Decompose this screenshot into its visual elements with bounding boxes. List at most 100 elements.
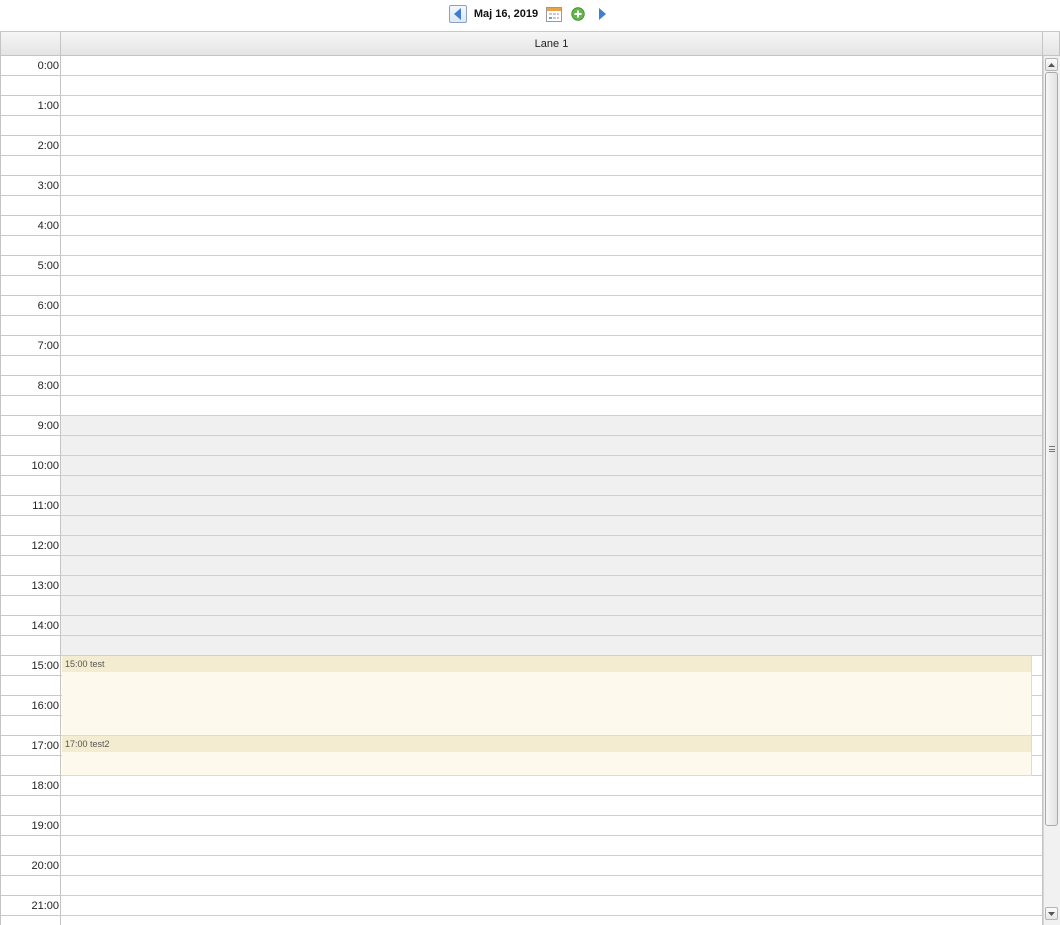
previous-day-button[interactable] <box>448 5 467 23</box>
time-column: 0:00 1:00 2:00 3:00 4:00 5:00 6:00 7:00 8:00 9:00… <box>0 56 61 925</box>
lane-header-row: Lane 1 <box>0 32 1060 56</box>
hour-label: 12:00 <box>31 540 59 552</box>
time-slot[interactable] <box>61 436 1042 456</box>
hour-label: 11:00 <box>32 500 59 512</box>
day-calendar: Lane 1 0:00 1:00 2:00 3:00 4:00 5:00 6:00 7:00 8… <box>0 31 1060 925</box>
time-slot[interactable] <box>61 176 1042 196</box>
time-slot[interactable] <box>61 196 1042 216</box>
time-slot[interactable] <box>61 536 1042 556</box>
time-slot[interactable] <box>61 576 1042 596</box>
hour-label: 6:00 <box>37 300 59 312</box>
hour-label: 8:00 <box>37 380 59 392</box>
lane-header: Lane 1 <box>61 32 1043 55</box>
next-day-button[interactable] <box>593 5 611 23</box>
time-slot[interactable] <box>61 896 1042 916</box>
time-divider <box>1 675 61 676</box>
lane-1-column: 15:00 test 17:00 test2 <box>61 56 1043 925</box>
hour-label: 7:00 <box>37 340 59 352</box>
arrow-left-icon <box>453 8 461 20</box>
hour-label: 13:00 <box>31 580 59 592</box>
time-divider <box>1 475 61 476</box>
time-slot[interactable] <box>61 316 1042 336</box>
time-slot[interactable] <box>61 356 1042 376</box>
time-slot[interactable] <box>61 276 1042 296</box>
time-divider <box>1 875 61 876</box>
time-divider <box>1 155 61 156</box>
time-slot[interactable] <box>61 56 1042 76</box>
time-slot[interactable] <box>61 336 1042 356</box>
hour-label: 15:00 <box>31 660 59 672</box>
time-slot[interactable] <box>61 156 1042 176</box>
time-slot[interactable] <box>61 136 1042 156</box>
event-title: 15:00 test <box>62 656 1031 672</box>
time-divider <box>1 755 61 756</box>
hour-label: 2:00 <box>37 140 59 152</box>
hour-label: 9:00 <box>37 420 59 432</box>
hour-label: 5:00 <box>37 260 59 272</box>
time-slot[interactable] <box>61 776 1042 796</box>
hour-label: 10:00 <box>31 460 59 472</box>
time-slot[interactable] <box>61 876 1042 896</box>
time-slot[interactable] <box>61 496 1042 516</box>
chevron-down-icon <box>1048 911 1055 916</box>
time-slot[interactable] <box>61 456 1042 476</box>
time-divider <box>1 195 61 196</box>
time-divider <box>1 315 61 316</box>
hour-label: 14:00 <box>31 620 59 632</box>
time-slot[interactable] <box>61 216 1042 236</box>
time-divider <box>1 235 61 236</box>
time-divider <box>1 355 61 356</box>
time-slot[interactable] <box>61 556 1042 576</box>
time-slot[interactable] <box>61 296 1042 316</box>
scroll-up-button[interactable] <box>1045 58 1058 71</box>
time-divider <box>1 555 61 556</box>
time-divider <box>1 715 61 716</box>
time-slot[interactable] <box>61 816 1042 836</box>
calendar-body: 0:00 1:00 2:00 3:00 4:00 5:00 6:00 7:00 8:00 9:00… <box>0 56 1043 925</box>
time-divider <box>1 915 61 916</box>
time-divider <box>1 515 61 516</box>
add-event-button[interactable] <box>569 5 587 23</box>
chevron-up-icon <box>1048 62 1055 67</box>
header-scroll-corner <box>1043 32 1060 55</box>
time-slot[interactable] <box>61 376 1042 396</box>
time-slot[interactable] <box>61 636 1042 656</box>
calendar-event[interactable]: 17:00 test2 <box>62 736 1032 776</box>
vertical-scrollbar[interactable] <box>1043 56 1060 925</box>
time-divider <box>1 835 61 836</box>
time-slot[interactable] <box>61 516 1042 536</box>
time-slot[interactable] <box>61 236 1042 256</box>
calendar-event[interactable]: 15:00 test <box>62 656 1032 736</box>
time-divider <box>1 435 61 436</box>
date-picker-button[interactable] <box>545 5 563 23</box>
time-slot[interactable] <box>61 476 1042 496</box>
hour-label: 4:00 <box>37 220 59 232</box>
time-divider <box>1 115 61 116</box>
time-slot[interactable] <box>61 836 1042 856</box>
time-slot[interactable] <box>61 396 1042 416</box>
add-circle-icon <box>571 7 585 21</box>
time-slot[interactable] <box>61 116 1042 136</box>
hour-label: 3:00 <box>37 180 59 192</box>
hour-label: 0:00 <box>37 60 59 72</box>
time-divider <box>1 595 61 596</box>
time-slot[interactable] <box>61 856 1042 876</box>
time-divider <box>1 275 61 276</box>
scroll-down-button[interactable] <box>1045 907 1058 920</box>
calendar-icon <box>546 6 563 22</box>
calendar-toolbar: Maj 16, 2019 <box>0 0 1060 28</box>
time-slot[interactable] <box>61 256 1042 276</box>
time-slot[interactable] <box>61 616 1042 636</box>
time-divider <box>1 75 61 76</box>
hour-label: 20:00 <box>31 860 59 872</box>
current-date-label: Maj 16, 2019 <box>473 8 539 20</box>
time-slot[interactable] <box>61 96 1042 116</box>
time-slot[interactable] <box>61 796 1042 816</box>
time-slot[interactable] <box>61 76 1042 96</box>
hour-label: 1:00 <box>37 100 59 112</box>
time-slot[interactable] <box>61 596 1042 616</box>
hour-label: 21:00 <box>31 900 59 912</box>
time-slot[interactable] <box>61 416 1042 436</box>
scrollbar-thumb[interactable] <box>1045 72 1058 826</box>
event-title: 17:00 test2 <box>62 736 1031 752</box>
